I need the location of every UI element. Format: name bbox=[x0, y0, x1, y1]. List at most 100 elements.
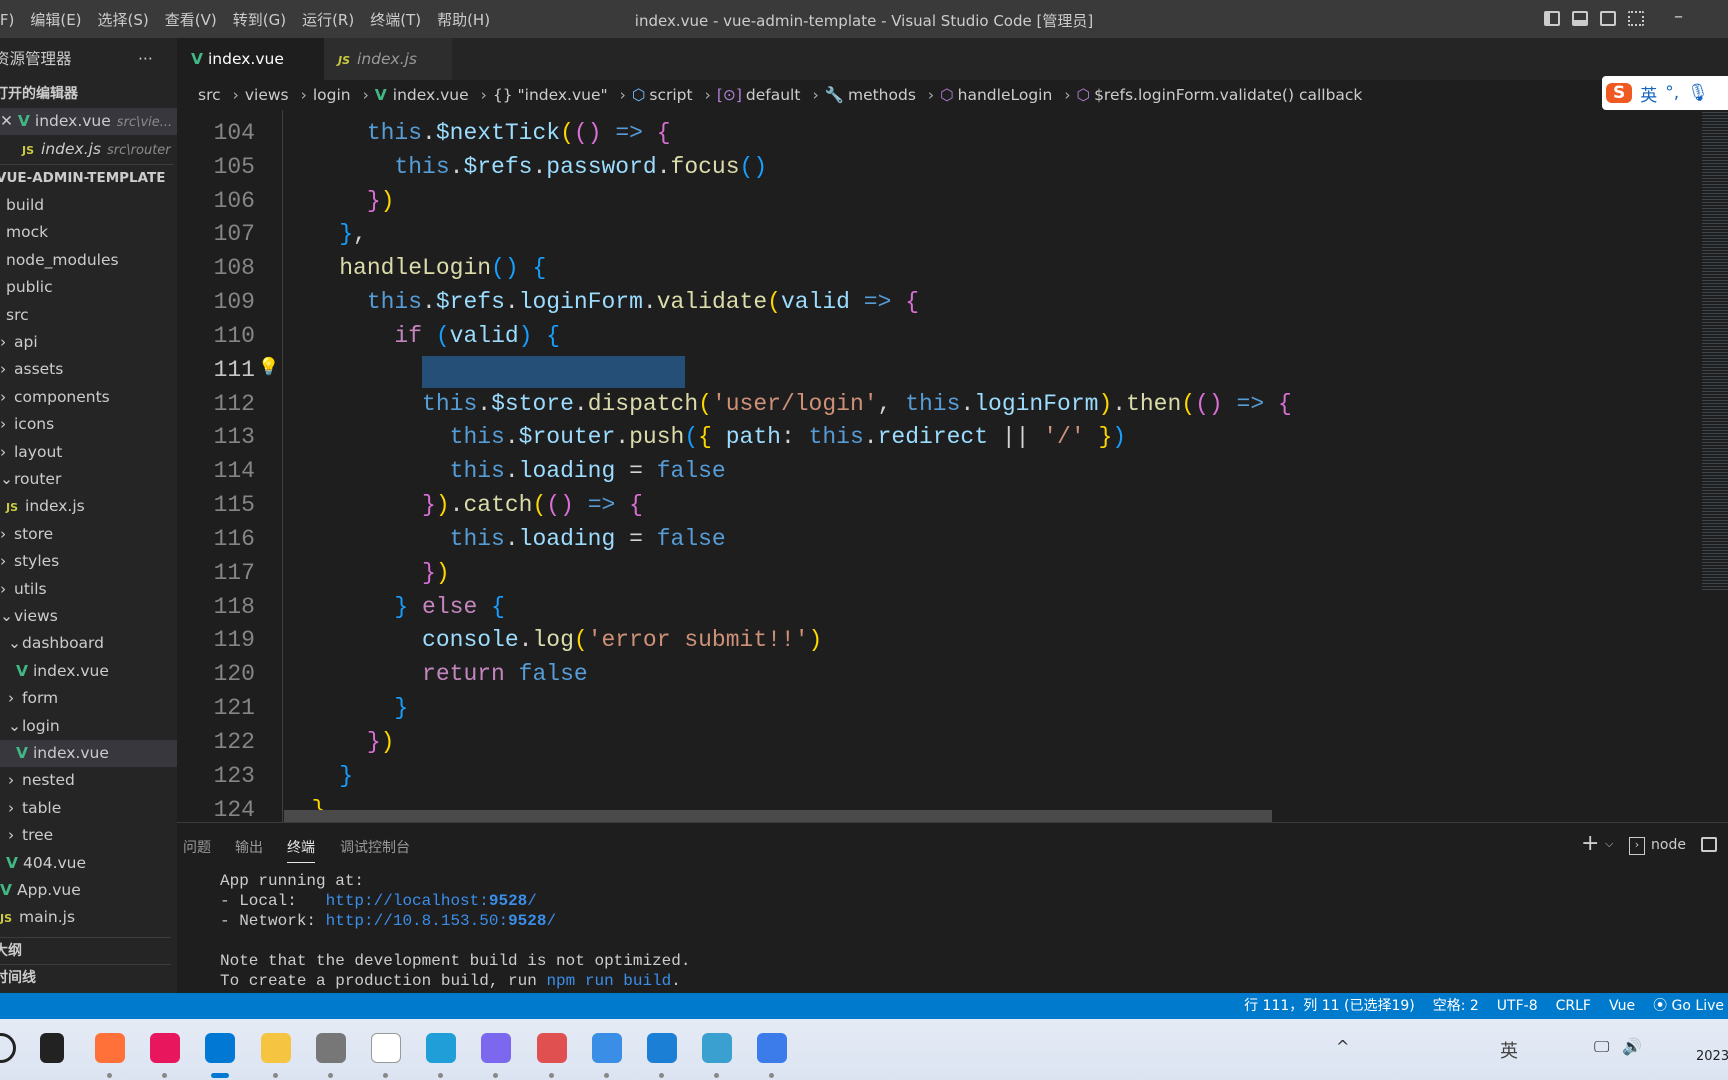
tree-item-layout[interactable]: › layout bbox=[0, 439, 177, 466]
tree-item-api[interactable]: › api bbox=[0, 329, 177, 356]
tree-item-src[interactable]: src bbox=[0, 302, 177, 329]
tree-item-utils[interactable]: › utils bbox=[0, 576, 177, 603]
tree-item-index-vue[interactable]: Vindex.vue bbox=[0, 658, 177, 685]
code-line[interactable]: }, bbox=[284, 221, 367, 247]
code-line[interactable]: this.$nextTick(() => { bbox=[284, 120, 671, 146]
split-terminal-icon[interactable] bbox=[1701, 837, 1717, 852]
customize-layout-icon[interactable] bbox=[1628, 11, 1644, 26]
tab-index-vue[interactable]: Vindex.vue ✕ bbox=[177, 38, 324, 110]
taskbar-app-app2[interactable] bbox=[481, 1033, 512, 1063]
close-icon[interactable]: ✕ bbox=[0, 112, 18, 130]
lightbulb-icon[interactable]: 💡 bbox=[258, 357, 279, 377]
minimap[interactable] bbox=[1702, 110, 1728, 590]
tree-item-node_modules[interactable]: node_modules bbox=[0, 247, 177, 274]
tray-ime[interactable]: 英 bbox=[1500, 1037, 1518, 1063]
breadcrumb-item[interactable]: views bbox=[245, 86, 295, 104]
code-line[interactable]: } bbox=[284, 695, 408, 721]
ime-mode[interactable]: 英 bbox=[1640, 81, 1657, 106]
ime-punct[interactable]: °, bbox=[1665, 83, 1679, 103]
code-line[interactable]: this.$refs.loginForm.validate(valid => { bbox=[284, 289, 919, 315]
taskbar-app-app3[interactable] bbox=[536, 1033, 567, 1063]
tree-item-icons[interactable]: › icons bbox=[0, 411, 177, 438]
taskbar-app-intellij[interactable] bbox=[150, 1033, 181, 1063]
tree-item-public[interactable]: public bbox=[0, 274, 177, 301]
code-line[interactable]: console.log('error submit!!') bbox=[284, 627, 822, 653]
network-url[interactable]: http://10.8.153.50:9528/ bbox=[326, 912, 556, 930]
breadcrumb-item[interactable]: [⊙] default bbox=[717, 86, 807, 104]
taskbar-app-firefox[interactable] bbox=[95, 1033, 125, 1063]
tree-item-store[interactable]: › store bbox=[0, 521, 177, 548]
code-line[interactable]: } else { bbox=[284, 594, 504, 620]
tree-item-assets[interactable]: › assets bbox=[0, 356, 177, 383]
code-line[interactable]: this.$router.push({ path: this.redirect … bbox=[284, 424, 1126, 450]
encoding[interactable]: UTF-8 bbox=[1497, 993, 1538, 1019]
taskbar-app-baidu-netdisk[interactable] bbox=[757, 1033, 788, 1063]
toggle-sidebar-icon[interactable] bbox=[1544, 11, 1560, 26]
breadcrumb-item[interactable]: ⬡ handleLogin bbox=[940, 86, 1058, 104]
panel-tab[interactable]: 终端 bbox=[287, 837, 315, 863]
toggle-panel-icon[interactable] bbox=[1572, 11, 1588, 26]
code-line[interactable]: }) bbox=[284, 188, 395, 214]
volume-icon[interactable]: 🔊 bbox=[1622, 1037, 1642, 1056]
taskbar-app-typora[interactable] bbox=[371, 1033, 401, 1063]
tree-item-table[interactable]: › table bbox=[0, 795, 177, 822]
code-line[interactable]: this.$refs.password.focus() bbox=[284, 154, 767, 180]
code-line[interactable]: this.loading = false bbox=[284, 526, 726, 552]
tree-item-App-vue[interactable]: V App.vue bbox=[0, 877, 177, 904]
task-view-icon[interactable] bbox=[40, 1033, 64, 1063]
network-icon[interactable]: 🖵 bbox=[1594, 1037, 1609, 1057]
open-editor-item[interactable]: ✕ Vindex.vue src\vie... bbox=[0, 108, 177, 135]
indentation[interactable]: 空格: 2 bbox=[1433, 993, 1479, 1019]
search-icon[interactable] bbox=[0, 1033, 16, 1063]
code-line[interactable]: handleLogin() { bbox=[284, 255, 546, 281]
code-line[interactable]: this.loading = false bbox=[284, 458, 726, 484]
code-line[interactable]: if (valid) { bbox=[284, 323, 560, 349]
code-line[interactable]: }) bbox=[284, 729, 395, 755]
line-ending[interactable]: CRLF bbox=[1556, 993, 1591, 1019]
ime-toolbar[interactable]: S 英 °, 🎙 bbox=[1602, 76, 1728, 110]
code-line[interactable]: this.$store.dispatch('user/login', this.… bbox=[284, 391, 1292, 417]
horizontal-scrollbar[interactable] bbox=[284, 810, 1272, 822]
open-editors-header[interactable]: 打开的编辑器 bbox=[0, 81, 171, 108]
taskbar-app-app4[interactable] bbox=[591, 1033, 622, 1063]
tree-item-dashboard[interactable]: ⌄dashboard bbox=[0, 630, 177, 657]
breadcrumb-item[interactable]: {} "index.vue" bbox=[493, 86, 614, 104]
tree-item-tree[interactable]: › tree bbox=[0, 822, 177, 849]
language-mode[interactable]: Vue bbox=[1609, 993, 1635, 1019]
panel-tab[interactable]: 输出 bbox=[235, 837, 263, 857]
project-header[interactable]: VUE-ADMIN-TEMPLATE bbox=[0, 164, 173, 191]
timeline-header[interactable]: 时间线 bbox=[0, 964, 171, 991]
code-line[interactable]: } bbox=[284, 763, 353, 789]
new-terminal-button[interactable]: + bbox=[1581, 831, 1599, 856]
breadcrumb-item[interactable]: Vindex.vue bbox=[375, 86, 475, 104]
tree-item-mock[interactable]: mock bbox=[0, 219, 177, 246]
more-actions-button[interactable]: ··· bbox=[138, 46, 168, 73]
breadcrumb-item[interactable]: login bbox=[313, 86, 357, 104]
tree-item-form[interactable]: › form bbox=[0, 685, 177, 712]
cursor-position[interactable]: 行 111，列 11 (已选择19) bbox=[1244, 993, 1415, 1019]
panel-tab[interactable]: 问题 bbox=[183, 837, 211, 857]
breadcrumb-item[interactable]: ⬡ $refs.loginForm.validate() callback bbox=[1077, 86, 1369, 104]
tray-expand-icon[interactable]: ^ bbox=[1336, 1037, 1349, 1056]
minimize-button[interactable]: – bbox=[1674, 6, 1683, 27]
taskbar-app-vscode[interactable] bbox=[205, 1033, 236, 1063]
microphone-icon[interactable]: 🎙 bbox=[1687, 83, 1709, 103]
breadcrumb-item[interactable]: 🔧 methods bbox=[825, 86, 922, 104]
toggle-secondary-sidebar-icon[interactable] bbox=[1600, 11, 1616, 26]
tree-item-router[interactable]: ⌄router bbox=[0, 466, 177, 493]
breadcrumb-item[interactable]: ⬡ script bbox=[632, 86, 699, 104]
tree-item-index-js[interactable]: JS index.js bbox=[0, 493, 177, 520]
go-live-button[interactable]: ⦿ Go Live bbox=[1653, 993, 1724, 1019]
tab-index-js[interactable]: JS index.js bbox=[324, 38, 452, 80]
chevron-down-icon[interactable]: ⌵ bbox=[1605, 837, 1613, 851]
breadcrumb-item[interactable]: src bbox=[198, 86, 227, 104]
tree-item-404-vue[interactable]: V 404.vue bbox=[0, 850, 177, 877]
clock[interactable]: 2023 bbox=[1696, 1049, 1728, 1064]
code-line[interactable]: return false bbox=[284, 661, 588, 687]
taskbar-app-edge[interactable] bbox=[426, 1033, 457, 1063]
tree-item-main-js[interactable]: JS main.js bbox=[0, 904, 177, 931]
local-url[interactable]: http://localhost:9528/ bbox=[326, 892, 537, 910]
tree-item-nested[interactable]: › nested bbox=[0, 767, 177, 794]
taskbar-app-app6[interactable] bbox=[702, 1033, 733, 1063]
taskbar-app-app5[interactable] bbox=[647, 1033, 677, 1063]
